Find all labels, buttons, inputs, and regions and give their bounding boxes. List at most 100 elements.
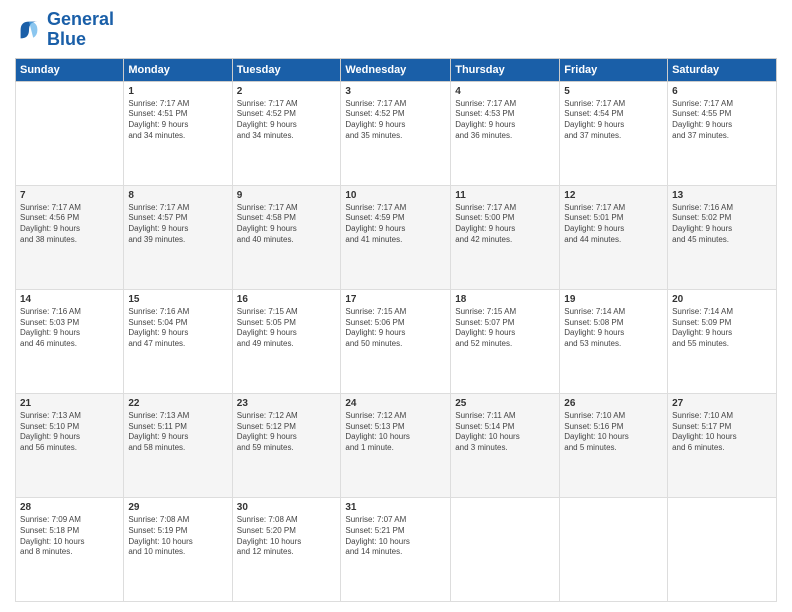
day-info: Sunrise: 7:17 AM Sunset: 4:52 PM Dayligh…	[345, 99, 446, 142]
day-info: Sunrise: 7:15 AM Sunset: 5:06 PM Dayligh…	[345, 307, 446, 350]
calendar-cell: 14Sunrise: 7:16 AM Sunset: 5:03 PM Dayli…	[16, 289, 124, 393]
calendar-cell: 8Sunrise: 7:17 AM Sunset: 4:57 PM Daylig…	[124, 185, 232, 289]
calendar-cell: 12Sunrise: 7:17 AM Sunset: 5:01 PM Dayli…	[560, 185, 668, 289]
calendar-cell: 23Sunrise: 7:12 AM Sunset: 5:12 PM Dayli…	[232, 393, 341, 497]
day-info: Sunrise: 7:14 AM Sunset: 5:09 PM Dayligh…	[672, 307, 772, 350]
day-number: 28	[20, 501, 119, 514]
day-info: Sunrise: 7:10 AM Sunset: 5:17 PM Dayligh…	[672, 411, 772, 454]
day-info: Sunrise: 7:13 AM Sunset: 5:10 PM Dayligh…	[20, 411, 119, 454]
calendar-cell: 19Sunrise: 7:14 AM Sunset: 5:08 PM Dayli…	[560, 289, 668, 393]
day-info: Sunrise: 7:17 AM Sunset: 5:01 PM Dayligh…	[564, 203, 663, 246]
day-number: 23	[237, 397, 337, 410]
calendar-header-saturday: Saturday	[668, 58, 777, 81]
day-number: 24	[345, 397, 446, 410]
day-number: 19	[564, 293, 663, 306]
day-number: 15	[128, 293, 227, 306]
day-number: 27	[672, 397, 772, 410]
calendar-cell: 16Sunrise: 7:15 AM Sunset: 5:05 PM Dayli…	[232, 289, 341, 393]
calendar-cell: 5Sunrise: 7:17 AM Sunset: 4:54 PM Daylig…	[560, 81, 668, 185]
day-info: Sunrise: 7:16 AM Sunset: 5:02 PM Dayligh…	[672, 203, 772, 246]
logo-text: General Blue	[47, 10, 114, 50]
day-number: 10	[345, 189, 446, 202]
day-info: Sunrise: 7:07 AM Sunset: 5:21 PM Dayligh…	[345, 515, 446, 558]
day-info: Sunrise: 7:17 AM Sunset: 4:53 PM Dayligh…	[455, 99, 555, 142]
day-info: Sunrise: 7:14 AM Sunset: 5:08 PM Dayligh…	[564, 307, 663, 350]
day-number: 1	[128, 85, 227, 98]
calendar-header-friday: Friday	[560, 58, 668, 81]
day-info: Sunrise: 7:16 AM Sunset: 5:04 PM Dayligh…	[128, 307, 227, 350]
day-number: 5	[564, 85, 663, 98]
day-info: Sunrise: 7:17 AM Sunset: 5:00 PM Dayligh…	[455, 203, 555, 246]
logo-icon	[15, 16, 43, 44]
day-info: Sunrise: 7:12 AM Sunset: 5:12 PM Dayligh…	[237, 411, 337, 454]
day-number: 11	[455, 189, 555, 202]
day-number: 25	[455, 397, 555, 410]
day-info: Sunrise: 7:11 AM Sunset: 5:14 PM Dayligh…	[455, 411, 555, 454]
day-number: 12	[564, 189, 663, 202]
calendar-week-row: 28Sunrise: 7:09 AM Sunset: 5:18 PM Dayli…	[16, 497, 777, 601]
calendar-cell: 27Sunrise: 7:10 AM Sunset: 5:17 PM Dayli…	[668, 393, 777, 497]
calendar-cell: 15Sunrise: 7:16 AM Sunset: 5:04 PM Dayli…	[124, 289, 232, 393]
calendar-cell: 18Sunrise: 7:15 AM Sunset: 5:07 PM Dayli…	[451, 289, 560, 393]
day-number: 7	[20, 189, 119, 202]
day-number: 30	[237, 501, 337, 514]
calendar-cell: 20Sunrise: 7:14 AM Sunset: 5:09 PM Dayli…	[668, 289, 777, 393]
day-info: Sunrise: 7:17 AM Sunset: 4:56 PM Dayligh…	[20, 203, 119, 246]
day-info: Sunrise: 7:08 AM Sunset: 5:19 PM Dayligh…	[128, 515, 227, 558]
logo: General Blue	[15, 10, 114, 50]
day-number: 16	[237, 293, 337, 306]
day-info: Sunrise: 7:10 AM Sunset: 5:16 PM Dayligh…	[564, 411, 663, 454]
day-number: 2	[237, 85, 337, 98]
day-number: 14	[20, 293, 119, 306]
day-number: 8	[128, 189, 227, 202]
calendar-week-row: 7Sunrise: 7:17 AM Sunset: 4:56 PM Daylig…	[16, 185, 777, 289]
calendar-cell: 25Sunrise: 7:11 AM Sunset: 5:14 PM Dayli…	[451, 393, 560, 497]
day-number: 3	[345, 85, 446, 98]
calendar-cell: 2Sunrise: 7:17 AM Sunset: 4:52 PM Daylig…	[232, 81, 341, 185]
calendar-cell	[16, 81, 124, 185]
day-info: Sunrise: 7:08 AM Sunset: 5:20 PM Dayligh…	[237, 515, 337, 558]
calendar-cell: 21Sunrise: 7:13 AM Sunset: 5:10 PM Dayli…	[16, 393, 124, 497]
day-number: 26	[564, 397, 663, 410]
day-number: 17	[345, 293, 446, 306]
calendar-cell: 30Sunrise: 7:08 AM Sunset: 5:20 PM Dayli…	[232, 497, 341, 601]
day-number: 18	[455, 293, 555, 306]
calendar-cell: 9Sunrise: 7:17 AM Sunset: 4:58 PM Daylig…	[232, 185, 341, 289]
day-info: Sunrise: 7:16 AM Sunset: 5:03 PM Dayligh…	[20, 307, 119, 350]
day-number: 31	[345, 501, 446, 514]
page: General Blue SundayMondayTuesdayWednesda…	[0, 0, 792, 612]
calendar-cell: 10Sunrise: 7:17 AM Sunset: 4:59 PM Dayli…	[341, 185, 451, 289]
calendar-cell: 3Sunrise: 7:17 AM Sunset: 4:52 PM Daylig…	[341, 81, 451, 185]
day-number: 20	[672, 293, 772, 306]
day-info: Sunrise: 7:15 AM Sunset: 5:07 PM Dayligh…	[455, 307, 555, 350]
calendar-table: SundayMondayTuesdayWednesdayThursdayFrid…	[15, 58, 777, 602]
day-number: 4	[455, 85, 555, 98]
calendar-week-row: 21Sunrise: 7:13 AM Sunset: 5:10 PM Dayli…	[16, 393, 777, 497]
day-number: 29	[128, 501, 227, 514]
calendar-week-row: 14Sunrise: 7:16 AM Sunset: 5:03 PM Dayli…	[16, 289, 777, 393]
day-number: 13	[672, 189, 772, 202]
calendar-cell: 22Sunrise: 7:13 AM Sunset: 5:11 PM Dayli…	[124, 393, 232, 497]
day-number: 22	[128, 397, 227, 410]
calendar-cell: 17Sunrise: 7:15 AM Sunset: 5:06 PM Dayli…	[341, 289, 451, 393]
calendar-cell: 4Sunrise: 7:17 AM Sunset: 4:53 PM Daylig…	[451, 81, 560, 185]
calendar-header-wednesday: Wednesday	[341, 58, 451, 81]
header: General Blue	[15, 10, 777, 50]
calendar-cell	[560, 497, 668, 601]
day-info: Sunrise: 7:12 AM Sunset: 5:13 PM Dayligh…	[345, 411, 446, 454]
calendar-cell: 6Sunrise: 7:17 AM Sunset: 4:55 PM Daylig…	[668, 81, 777, 185]
day-number: 9	[237, 189, 337, 202]
calendar-cell: 31Sunrise: 7:07 AM Sunset: 5:21 PM Dayli…	[341, 497, 451, 601]
day-info: Sunrise: 7:15 AM Sunset: 5:05 PM Dayligh…	[237, 307, 337, 350]
day-info: Sunrise: 7:13 AM Sunset: 5:11 PM Dayligh…	[128, 411, 227, 454]
day-info: Sunrise: 7:17 AM Sunset: 4:58 PM Dayligh…	[237, 203, 337, 246]
calendar-cell	[451, 497, 560, 601]
calendar-header-thursday: Thursday	[451, 58, 560, 81]
calendar-cell: 13Sunrise: 7:16 AM Sunset: 5:02 PM Dayli…	[668, 185, 777, 289]
calendar-cell: 11Sunrise: 7:17 AM Sunset: 5:00 PM Dayli…	[451, 185, 560, 289]
calendar-cell: 26Sunrise: 7:10 AM Sunset: 5:16 PM Dayli…	[560, 393, 668, 497]
day-number: 21	[20, 397, 119, 410]
calendar-cell: 1Sunrise: 7:17 AM Sunset: 4:51 PM Daylig…	[124, 81, 232, 185]
calendar-cell: 29Sunrise: 7:08 AM Sunset: 5:19 PM Dayli…	[124, 497, 232, 601]
calendar-header-sunday: Sunday	[16, 58, 124, 81]
